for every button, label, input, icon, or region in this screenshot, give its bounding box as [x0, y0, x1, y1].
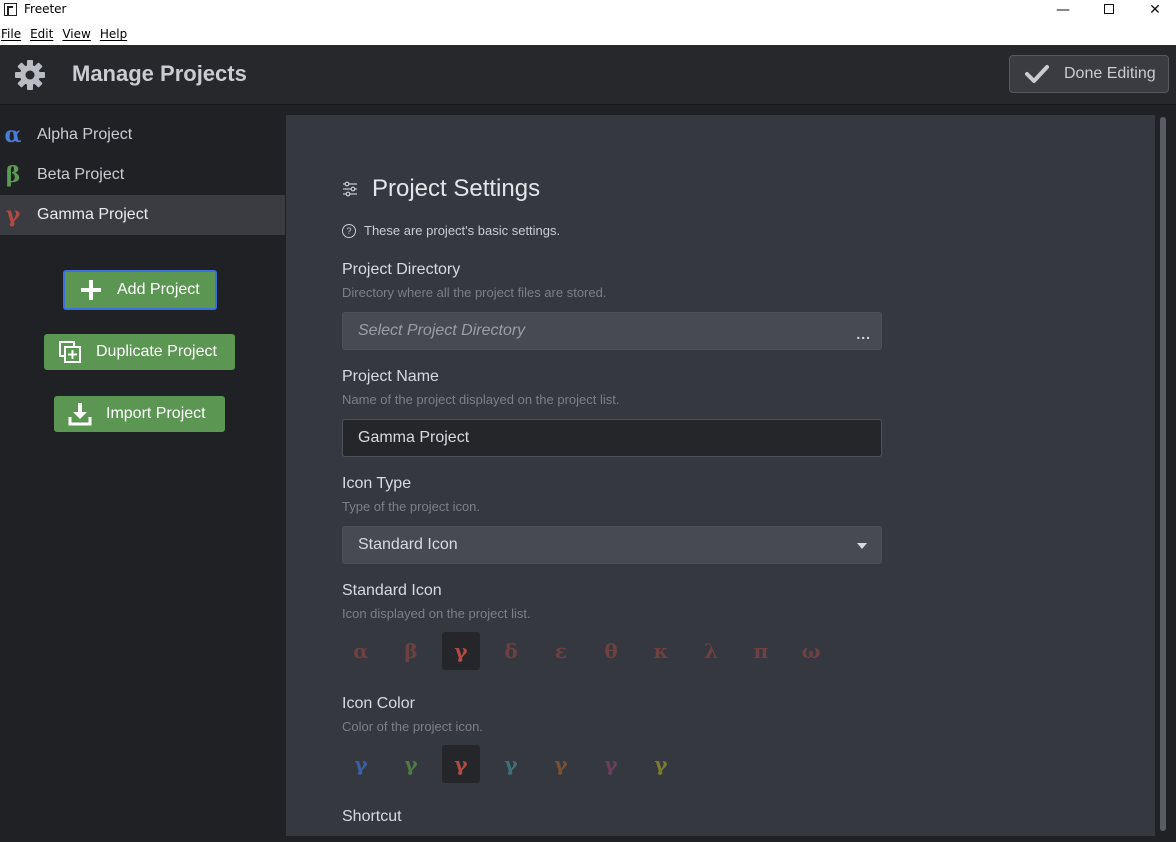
done-editing-button[interactable]: Done Editing [1009, 55, 1169, 93]
standard-icon-option[interactable]: λ [692, 632, 730, 670]
icon-color-option[interactable]: γ [492, 745, 530, 783]
help-icon: ? [342, 223, 356, 238]
menu-bar: File Edit View Help [0, 25, 1176, 45]
standard-icon-option[interactable]: δ [492, 632, 530, 670]
duplicate-project-button[interactable]: Duplicate Project [44, 334, 235, 370]
sliders-icon [343, 181, 357, 197]
add-project-button[interactable]: Add Project [63, 270, 217, 310]
window-title: Freeter [24, 2, 67, 16]
project-item-beta[interactable]: β Beta Project [0, 155, 285, 195]
project-name-value: Gamma Project [358, 429, 470, 446]
standard-icon-option[interactable]: κ [642, 632, 680, 670]
standard-icon-option[interactable]: ε [542, 632, 580, 670]
standard-icon-desc: Icon displayed on the project list. [342, 606, 531, 621]
directory-label: Project Directory [342, 261, 461, 278]
standard-icon-option[interactable]: α [342, 632, 380, 670]
duplicate-project-label: Duplicate Project [96, 343, 217, 360]
project-item-gamma[interactable]: γ Gamma Project [0, 195, 285, 235]
standard-icon-label: Standard Icon [342, 582, 442, 599]
gear-icon [15, 60, 45, 90]
icon-color-option[interactable]: γ [442, 745, 480, 783]
standard-icon-option[interactable]: θ [592, 632, 630, 670]
project-settings-panel: Project Settings ? These are project's b… [286, 115, 1155, 836]
menu-help[interactable]: Help [100, 25, 127, 45]
project-item-alpha[interactable]: α Alpha Project [0, 115, 285, 155]
icon-type-value: Standard Icon [358, 536, 458, 553]
browse-dots-icon[interactable]: ... [856, 326, 871, 342]
add-project-label: Add Project [117, 281, 200, 298]
window-titlebar: Freeter — ✕ [0, 0, 1176, 20]
gamma-icon: γ [5, 202, 21, 228]
project-sidebar: α Alpha Project β Beta Project γ Gamma P… [0, 106, 285, 842]
icon-type-desc: Type of the project icon. [342, 499, 481, 514]
standard-icon-option[interactable]: ω [792, 632, 830, 670]
alpha-icon: α [4, 122, 22, 148]
minimize-icon[interactable]: — [1040, 0, 1086, 20]
maximize-icon[interactable] [1086, 0, 1132, 20]
menu-view[interactable]: View [62, 25, 90, 45]
plus-icon [81, 280, 101, 300]
close-icon[interactable]: ✕ [1132, 0, 1176, 20]
standard-icon-picker: αβγδεθκλπω [342, 632, 842, 670]
page-title: Manage Projects [72, 61, 247, 86]
icon-color-desc: Color of the project icon. [342, 719, 483, 734]
settings-intro: ? These are project's basic settings. [342, 223, 560, 238]
directory-input[interactable]: Select Project Directory ... [342, 312, 882, 350]
icon-color-option[interactable]: γ [592, 745, 630, 783]
intro-text: These are project's basic settings. [364, 223, 561, 238]
app-logo-icon [4, 3, 17, 16]
import-project-label: Import Project [106, 405, 206, 422]
icon-color-option[interactable]: γ [642, 745, 680, 783]
scrollbar-thumb[interactable] [1160, 117, 1166, 831]
done-editing-label: Done Editing [1064, 65, 1156, 82]
menu-edit[interactable]: Edit [30, 25, 53, 45]
icon-color-label: Icon Color [342, 695, 415, 712]
icon-color-option[interactable]: γ [542, 745, 580, 783]
download-icon [68, 403, 92, 426]
shortcut-label: Shortcut [342, 808, 402, 825]
settings-scrollbar[interactable] [1160, 117, 1166, 831]
icon-color-option[interactable]: γ [342, 745, 380, 783]
project-name: Gamma Project [37, 206, 149, 223]
icon-color-option[interactable]: γ [392, 745, 430, 783]
standard-icon-option[interactable]: β [392, 632, 430, 670]
directory-placeholder: Select Project Directory [358, 322, 526, 339]
project-name-input[interactable]: Gamma Project [342, 419, 882, 457]
name-label: Project Name [342, 368, 439, 385]
check-icon [1025, 65, 1049, 83]
section-title-text: Project Settings [372, 175, 541, 202]
project-name: Alpha Project [37, 126, 133, 143]
section-title: Project Settings [342, 175, 540, 203]
directory-desc: Directory where all the project files ar… [342, 285, 607, 300]
import-project-button[interactable]: Import Project [54, 396, 225, 432]
icon-color-picker: γγγγγγγ [342, 745, 692, 783]
beta-icon: β [5, 162, 21, 188]
manage-header: Manage Projects Done Editing [0, 45, 1176, 105]
project-name: Beta Project [37, 166, 125, 183]
standard-icon-option[interactable]: γ [442, 632, 480, 670]
menu-file[interactable]: File [1, 25, 21, 45]
chevron-down-icon [857, 543, 867, 549]
duplicate-icon [59, 341, 81, 363]
icon-type-select[interactable]: Standard Icon [342, 526, 882, 564]
standard-icon-option[interactable]: π [742, 632, 780, 670]
icon-type-label: Icon Type [342, 475, 412, 492]
name-desc: Name of the project displayed on the pro… [342, 392, 620, 407]
